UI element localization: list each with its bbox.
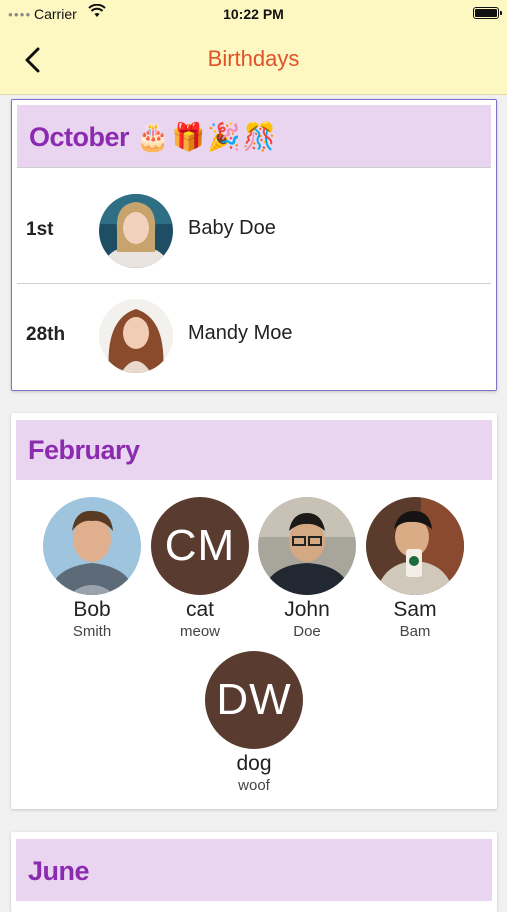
person-last-name: woof (238, 777, 270, 794)
month-title: October 🎂🎁🎉🎊 (29, 122, 279, 152)
clock: 10:22 PM (223, 6, 284, 22)
person-last-name: Doe (293, 623, 321, 640)
person-tile[interactable]: Sam Bam (365, 497, 465, 640)
person-last-name: Smith (72, 623, 112, 640)
list-item[interactable]: 28th Mandy Moe (12, 284, 496, 388)
avatar (99, 299, 173, 373)
birthday-day: 1st (26, 219, 54, 240)
person-first-name: John (284, 598, 330, 621)
person-name: Baby Doe (188, 217, 276, 239)
month-card-june[interactable]: June (11, 832, 497, 912)
month-title: February (28, 435, 140, 465)
person-first-name: Sam (393, 598, 437, 621)
person-tile[interactable]: CM cat meow (150, 497, 250, 640)
month-header: October 🎂🎁🎉🎊 (17, 105, 491, 167)
month-card-october[interactable]: October 🎂🎁🎉🎊 1st Baby Doe 28th Mandy Moe (11, 99, 497, 391)
person-last-name: meow (179, 623, 220, 640)
person-last-name: Bam (399, 623, 431, 640)
avatar (43, 497, 141, 595)
navigation-bar: Birthdays (0, 28, 507, 95)
page-title: Birthdays (207, 46, 300, 71)
avatar (258, 497, 356, 595)
person-name: Mandy Moe (188, 322, 293, 344)
list-item[interactable]: 1st Baby Doe (12, 179, 496, 283)
person-tile[interactable]: Bob Smith (42, 497, 142, 640)
status-bar: ●●●● Carrier 10:22 PM (0, 0, 507, 28)
initials-avatar: CM (151, 497, 249, 595)
month-header: February (16, 420, 492, 480)
person-tile[interactable]: DW dog woof (204, 651, 304, 794)
battery-icon (473, 7, 502, 19)
avatar (366, 497, 464, 595)
initials-avatar: DW (205, 651, 303, 749)
month-header: June (16, 839, 492, 901)
person-first-name: dog (236, 752, 272, 775)
avatar (99, 194, 173, 268)
month-title: June (28, 856, 90, 886)
person-first-name: cat (185, 598, 214, 621)
celebration-emoji: 🎂🎁🎉🎊 (136, 122, 279, 152)
person-first-name: Bob (73, 598, 111, 621)
month-card-february[interactable]: February Bob Smith CM cat meow John Doe … (11, 413, 497, 809)
person-tile[interactable]: John Doe (257, 497, 357, 640)
birthday-day: 28th (26, 324, 66, 345)
divider (17, 167, 491, 168)
